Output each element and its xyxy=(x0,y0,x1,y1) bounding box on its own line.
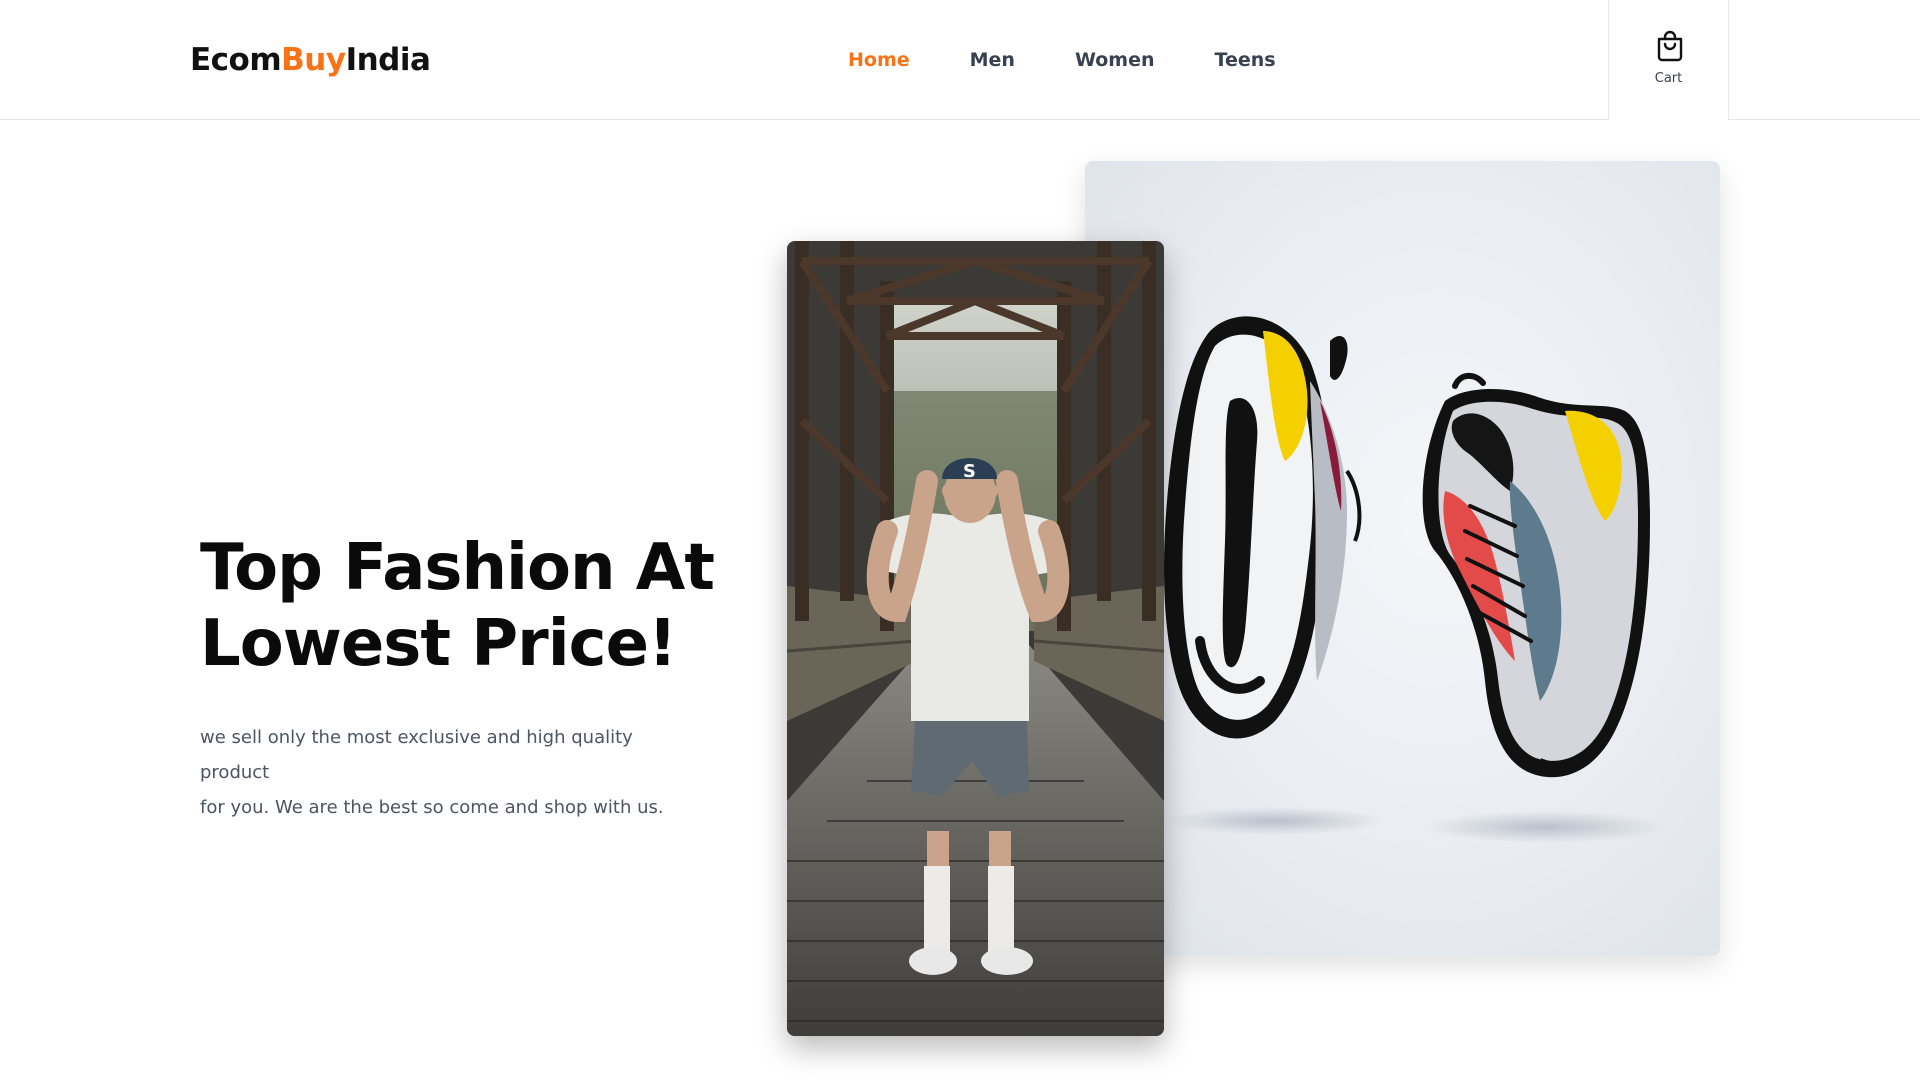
cart-label: Cart xyxy=(1654,71,1683,86)
hero-description: we sell only the most exclusive and high… xyxy=(200,720,700,825)
hero-title: Top Fashion At Lowest Price! xyxy=(200,530,760,682)
brand-logo-part3: India xyxy=(345,42,431,78)
main-nav: Home Men Women Teens xyxy=(848,46,1336,74)
top-navbar: EcomBuyIndia Home Men Women Teens Cart xyxy=(0,0,1920,120)
brand-logo[interactable]: EcomBuyIndia xyxy=(190,40,431,80)
sneakers-image xyxy=(1085,161,1720,956)
person-on-bridge-illustration: S xyxy=(787,241,1164,1036)
page: EcomBuyIndia Home Men Women Teens Cart T… xyxy=(0,0,1920,1080)
hero-title-line1: Top Fashion At xyxy=(200,531,715,605)
hero-description-line1: we sell only the most exclusive and high… xyxy=(200,727,633,783)
hero-title-line2: Lowest Price! xyxy=(200,607,677,681)
cart-button[interactable]: Cart xyxy=(1608,0,1729,120)
nav-teens[interactable]: Teens xyxy=(1215,46,1276,74)
sneakers-illustration xyxy=(1164,316,1665,843)
nav-home[interactable]: Home xyxy=(848,46,910,74)
svg-text:S: S xyxy=(963,461,976,482)
hero-description-line2: for you. We are the best so come and sho… xyxy=(200,797,664,818)
shopping-bag-icon xyxy=(1657,30,1683,62)
person-on-bridge-image: S xyxy=(787,241,1164,1036)
nav-women[interactable]: Women xyxy=(1075,46,1155,74)
brand-logo-part1: Ecom xyxy=(190,42,282,78)
nav-men[interactable]: Men xyxy=(970,46,1015,74)
brand-logo-part2: Buy xyxy=(281,42,346,78)
